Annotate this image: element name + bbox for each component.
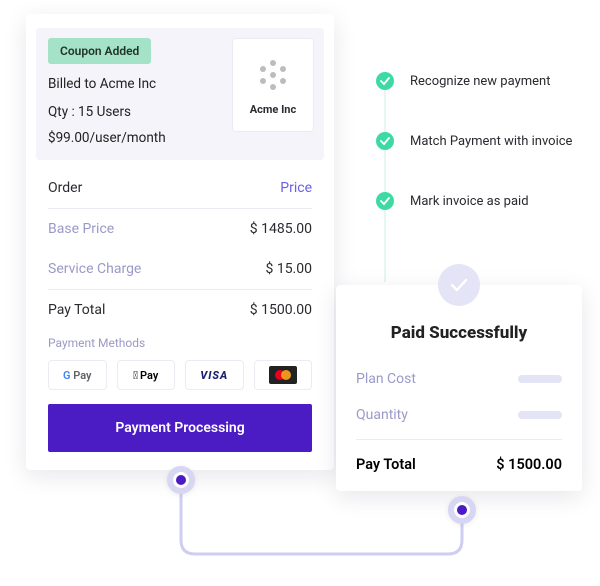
order-line: Service Charge $ 15.00 bbox=[48, 249, 312, 289]
check-icon bbox=[376, 192, 394, 210]
line-amount: $ 15.00 bbox=[265, 261, 312, 277]
order-header-left: Order bbox=[48, 180, 82, 196]
success-total-label: Pay Total bbox=[356, 456, 416, 473]
timeline-line bbox=[384, 82, 386, 282]
order-line: Base Price $ 1485.00 bbox=[48, 209, 312, 249]
timeline: Recognize new payment Match Payment with… bbox=[376, 72, 586, 252]
payment-processing-button[interactable]: Payment Processing bbox=[48, 404, 312, 452]
company-tile: Acme Inc bbox=[232, 38, 314, 132]
success-title: Paid Successfully bbox=[336, 323, 582, 343]
check-icon bbox=[376, 132, 394, 150]
line-label: Base Price bbox=[48, 221, 114, 237]
payment-method-gpay[interactable]: G Pay bbox=[48, 360, 107, 390]
line-amount: $ 1485.00 bbox=[250, 221, 312, 237]
rate: $99.00/user/month bbox=[48, 130, 312, 146]
success-row: Plan Cost bbox=[336, 361, 582, 397]
timeline-label: Recognize new payment bbox=[410, 74, 550, 89]
placeholder-bar bbox=[518, 375, 562, 383]
timeline-label: Match Payment with invoice bbox=[410, 134, 572, 149]
order-total: Pay Total $ 1500.00 bbox=[48, 289, 312, 330]
company-name: Acme Inc bbox=[250, 103, 296, 116]
success-row-label: Plan Cost bbox=[356, 371, 416, 387]
success-card: Paid Successfully Plan Cost Quantity Pay… bbox=[336, 285, 582, 491]
payment-method-applepay[interactable]: Pay bbox=[117, 360, 176, 390]
line-label: Service Charge bbox=[48, 261, 141, 277]
timeline-label: Mark invoice as paid bbox=[410, 194, 529, 209]
payment-methods: G Pay Pay VISA bbox=[26, 360, 334, 404]
coupon-badge: Coupon Added bbox=[48, 38, 151, 64]
check-icon bbox=[376, 72, 394, 90]
placeholder-bar bbox=[518, 411, 562, 419]
success-row: Quantity bbox=[336, 397, 582, 433]
order-header: Order Price bbox=[48, 168, 312, 209]
order-header-right: Price bbox=[280, 180, 312, 196]
payment-method-mastercard[interactable] bbox=[254, 360, 313, 390]
divider bbox=[356, 439, 562, 440]
order-table: Order Price Base Price $ 1485.00 Service… bbox=[26, 160, 334, 330]
total-label: Pay Total bbox=[48, 302, 105, 318]
payment-method-visa[interactable]: VISA bbox=[185, 360, 244, 390]
company-logo-icon bbox=[253, 55, 293, 95]
connector-node-icon bbox=[167, 466, 195, 494]
timeline-item: Recognize new payment bbox=[376, 72, 586, 90]
total-amount: $ 1500.00 bbox=[250, 302, 312, 318]
success-total-amount: $ 1500.00 bbox=[496, 456, 562, 473]
payment-methods-label: Payment Methods bbox=[26, 330, 334, 360]
success-total: Pay Total $ 1500.00 bbox=[336, 446, 582, 473]
success-check-icon bbox=[438, 264, 480, 306]
checkout-card: Coupon Added Billed to Acme Inc Qty : 15… bbox=[26, 14, 334, 470]
checkout-header: Coupon Added Billed to Acme Inc Qty : 15… bbox=[36, 28, 324, 160]
timeline-item: Match Payment with invoice bbox=[376, 132, 586, 150]
timeline-item: Mark invoice as paid bbox=[376, 192, 586, 210]
mastercard-icon bbox=[269, 366, 297, 384]
connector-node-icon bbox=[448, 496, 476, 524]
success-row-label: Quantity bbox=[356, 407, 408, 423]
